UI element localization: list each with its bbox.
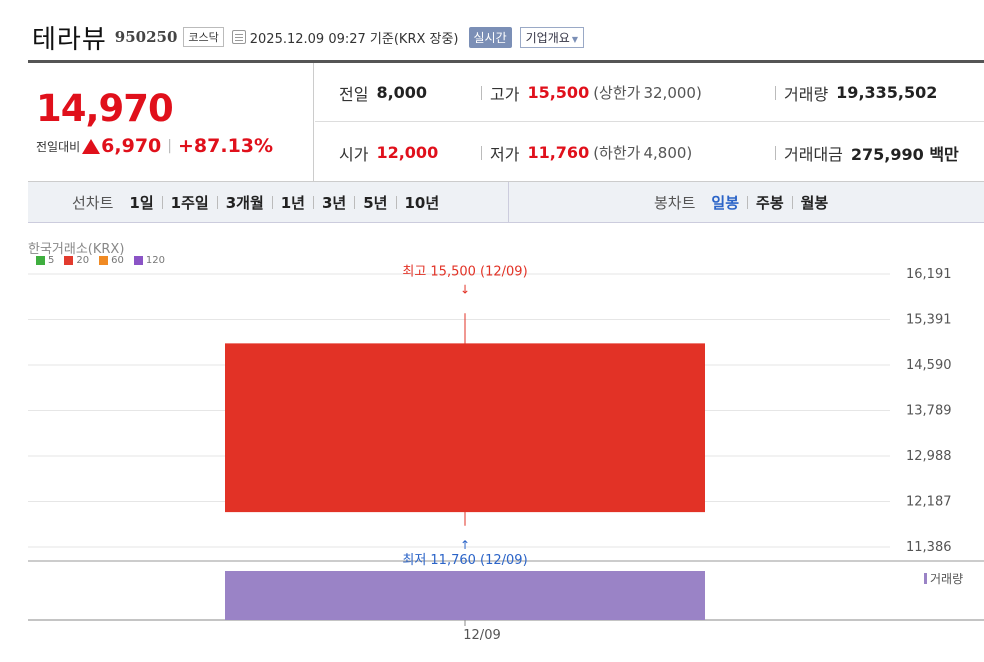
line-period-tab-4[interactable]: 1년 (281, 192, 305, 213)
lower-limit-value: 4,800) (643, 143, 693, 162)
low-value: 11,760 (527, 143, 590, 162)
change-amount: 6,970 (101, 135, 162, 157)
high-cell: 고가 15,500 (상한가 32,000) (481, 63, 702, 122)
stock-name: 테라뷰 (32, 24, 107, 55)
up-arrow-icon: ↑ (460, 538, 470, 552)
volume-legend-swatch (924, 573, 927, 584)
line-chart-label: 선차트 (72, 194, 114, 212)
current-price-box: 14,970 전일대비 6,970 | +87.13% (28, 63, 314, 182)
divider (395, 196, 397, 209)
divider (791, 196, 793, 209)
divider (354, 196, 356, 209)
timestamp: 2025.12.09 09:27 기준(KRX 장중) (249, 31, 459, 47)
y-tick-label: 13,789 (906, 403, 952, 418)
trade-value-label: 거래대금 (784, 144, 843, 164)
open-cell: 시가 12,000 (339, 123, 438, 182)
stats-row: 시가 12,000 저가 11,760 (하한가 4,800) 거래대금 275… (315, 123, 984, 182)
trade-value-cell: 거래대금 275,990 백만 (775, 123, 959, 182)
company-info-dropdown[interactable]: 기업개요 ▼ (519, 26, 584, 48)
divider (775, 85, 776, 100)
market-badge: 코스닥 (183, 27, 224, 47)
line-period-tab-2[interactable]: 1주일 (171, 192, 209, 213)
upper-limit-value: 32,000) (643, 83, 702, 102)
line-period-tab-1[interactable]: 1일 (129, 192, 153, 213)
divider (271, 196, 273, 209)
volume-value: 19,335,502 (836, 83, 938, 102)
high-value: 15,500 (527, 83, 590, 102)
candle-chart-periods: 봉차트 일봉 주봉 월봉 (510, 182, 984, 223)
trade-value-value: 275,990 백만 (850, 144, 959, 164)
y-tick-label: 12,988 (906, 449, 952, 464)
down-arrow-icon: ↓ (460, 282, 470, 296)
period-bar: 선차트 1일 1주일 3개월 1년 3년 5년 10년 봉차트 일봉 주봉 월봉 (28, 182, 984, 223)
change-label: 전일대비 (36, 139, 81, 154)
chart-canvas: 16,191 15,391 14,590 13,789 12,988 12,187 11,3… (28, 264, 984, 643)
divider (481, 85, 482, 100)
divider (481, 145, 482, 160)
divider: | (167, 138, 172, 154)
document-icon (231, 30, 246, 44)
stats-row: 전일 8,000 고가 15,500 (상한가 32,000) 거래량 19,3… (315, 63, 984, 122)
price-chart: 한국거래소(KRX) 5 20 60 120 16,191 15,391 14,590 13… (0, 236, 984, 662)
high-annotation: 최고 15,500 (12/09) (402, 264, 527, 279)
divider (747, 196, 749, 209)
realtime-button[interactable]: 실시간 (468, 26, 512, 48)
line-period-tab-7[interactable]: 10년 (405, 192, 440, 213)
line-chart-periods: 선차트 1일 1주일 3개월 1년 3년 5년 10년 (28, 182, 509, 223)
change-percent: +87.13% (178, 135, 274, 157)
candle-period-tab-1[interactable]: 일봉 (711, 192, 739, 213)
y-tick-label: 16,191 (906, 267, 952, 282)
y-tick-label: 11,386 (906, 540, 952, 555)
lower-limit-label: (하한가 (593, 144, 641, 162)
y-tick-label: 15,391 (906, 312, 952, 327)
low-cell: 저가 11,760 (하한가 4,800) (481, 123, 692, 182)
candle-chart-label: 봉차트 (654, 194, 696, 212)
low-annotation: 최저 11,760 (12/09) (402, 553, 527, 568)
volume-legend-label: 거래량 (930, 572, 963, 586)
prev-close-label: 전일 (339, 84, 369, 104)
candle-period-tab-2[interactable]: 주봉 (756, 192, 784, 213)
change-row: 전일대비 6,970 | +87.13% (36, 135, 273, 157)
line-period-tab-5[interactable]: 3년 (322, 192, 346, 213)
price-summary: 14,970 전일대비 6,970 | +87.13% 전일 8,000 고가 … (28, 60, 984, 182)
company-info-label: 기업개요 (525, 30, 570, 45)
line-period-tab-3[interactable]: 3개월 (226, 192, 264, 213)
y-tick-label: 12,187 (906, 494, 952, 509)
volume-label: 거래량 (784, 84, 829, 104)
open-label: 시가 (339, 144, 369, 164)
divider (161, 196, 163, 209)
stock-header: 테라뷰 950250 코스닥 2025.12.09 09:27 기준(KRX 장… (32, 20, 584, 55)
prev-close-value: 8,000 (376, 83, 428, 102)
candle-period-tab-3[interactable]: 월봉 (801, 192, 829, 213)
stats-table: 전일 8,000 고가 15,500 (상한가 32,000) 거래량 19,3… (315, 63, 984, 182)
volume-cell: 거래량 19,335,502 (775, 63, 937, 122)
up-triangle-icon (82, 138, 101, 154)
low-label: 저가 (490, 144, 520, 164)
volume-bar (225, 571, 705, 620)
divider (216, 196, 218, 209)
upper-limit-label: (상한가 (593, 84, 641, 102)
x-tick-label: 12/09 (463, 628, 500, 643)
divider (313, 196, 314, 209)
stock-code: 950250 (114, 28, 178, 46)
divider (775, 145, 776, 160)
y-tick-label: 14,590 (906, 358, 952, 373)
open-value: 12,000 (376, 143, 439, 162)
chevron-down-icon: ▼ (571, 34, 578, 44)
current-price: 14,970 (36, 87, 174, 130)
high-label: 고가 (490, 84, 520, 104)
candle-body (225, 343, 705, 513)
prev-close-cell: 전일 8,000 (339, 63, 427, 122)
line-period-tab-6[interactable]: 5년 (363, 192, 387, 213)
